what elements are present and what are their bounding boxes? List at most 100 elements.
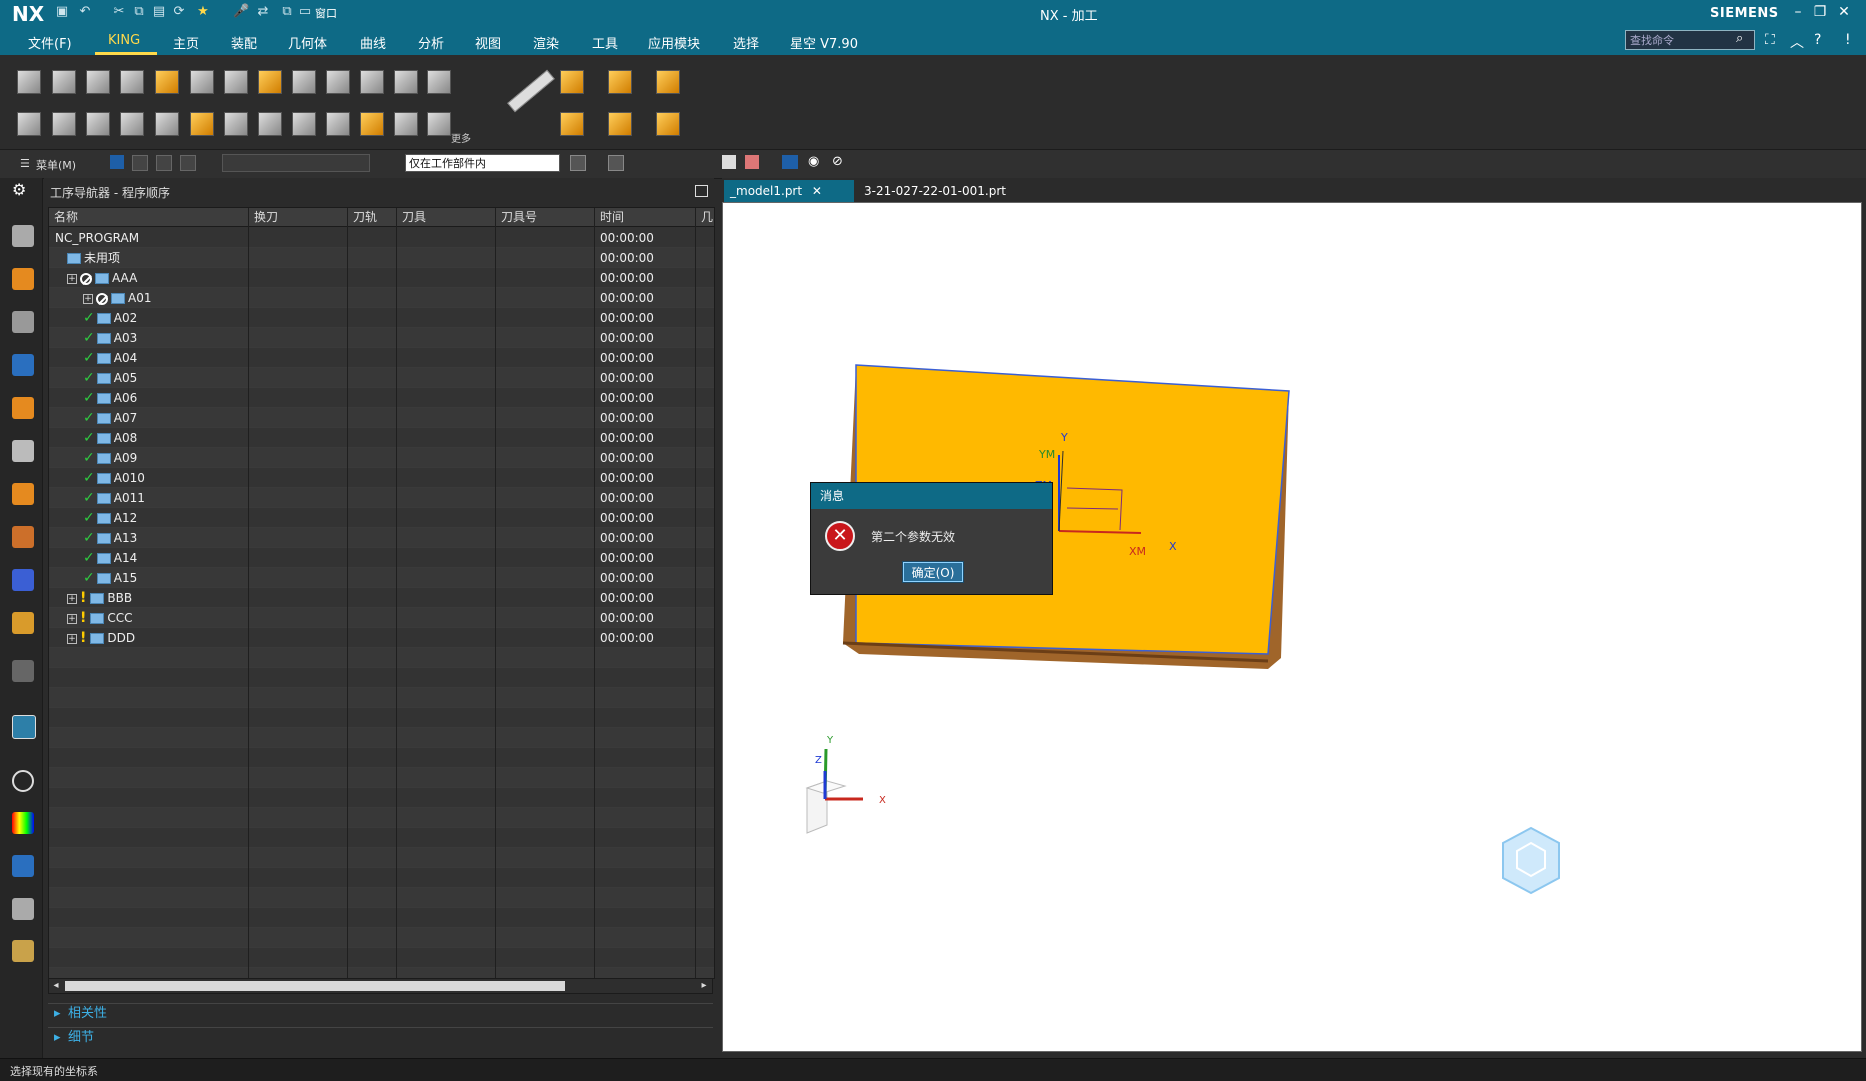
select-list-icon[interactable] xyxy=(180,155,196,171)
expand-toggle-icon[interactable]: + xyxy=(67,593,77,604)
feature-navigator-icon[interactable] xyxy=(12,440,34,462)
table-row[interactable]: + A01 00:00:00 xyxy=(49,288,714,308)
search-icon[interactable]: ⌕ xyxy=(1736,31,1743,46)
touch-mode-icon[interactable]: ⇄ xyxy=(256,5,270,19)
palette-icon[interactable] xyxy=(12,569,34,591)
table-row[interactable]: ✓ A06 00:00:00 xyxy=(49,388,714,408)
window-menu[interactable]: 窗口 xyxy=(315,5,337,21)
scroll-thumb[interactable] xyxy=(65,981,565,991)
select-curve-icon[interactable] xyxy=(132,155,148,171)
mesh-tool-icon[interactable] xyxy=(326,112,350,136)
expand-toggle-icon[interactable]: + xyxy=(67,273,77,284)
collapse-ribbon-icon[interactable]: ︿ xyxy=(1790,32,1804,52)
table-row[interactable]: ✓ A03 00:00:00 xyxy=(49,328,714,348)
menu-tools[interactable]: 工具 xyxy=(592,33,618,52)
cam-icon[interactable] xyxy=(12,855,34,877)
hamburger-icon[interactable]: ☰ xyxy=(20,157,30,170)
mold-tool-icon[interactable] xyxy=(17,70,41,94)
menu-geometry[interactable]: 几何体 xyxy=(288,33,327,52)
solid-tool-icon[interactable] xyxy=(427,70,451,94)
tools-icon[interactable] xyxy=(12,898,34,920)
face-tool-icon[interactable] xyxy=(190,112,214,136)
table-row[interactable]: ✓ A12 00:00:00 xyxy=(49,508,714,528)
web-browser-icon[interactable] xyxy=(12,715,36,739)
table-row[interactable]: ✓ A15 00:00:00 xyxy=(49,568,714,588)
col-name[interactable]: 名称 xyxy=(49,208,249,227)
col-toolpath[interactable]: 刀轨 xyxy=(348,208,397,227)
paste-icon[interactable]: ▤ xyxy=(152,5,166,19)
operation-navigator-icon[interactable] xyxy=(12,354,34,376)
wireframe-view-icon[interactable] xyxy=(745,155,759,169)
table-row[interactable]: 未用项 00:00:00 xyxy=(49,248,714,268)
dependencies-section[interactable]: 相关性 xyxy=(48,1003,713,1024)
balls-tool-icon[interactable] xyxy=(427,112,451,136)
box-tool-icon[interactable] xyxy=(360,70,384,94)
scroll-left-icon[interactable]: ◂ xyxy=(49,979,63,993)
process-icon[interactable] xyxy=(12,526,34,548)
wifi-icon[interactable] xyxy=(12,660,34,682)
menu-file[interactable]: 文件(F) xyxy=(28,33,72,52)
hand-tool-icon[interactable] xyxy=(120,70,144,94)
col-tool-number[interactable]: 刀具号 xyxy=(496,208,595,227)
restore-button[interactable]: ❐ xyxy=(1812,4,1828,20)
details-section[interactable]: 细节 xyxy=(48,1027,713,1048)
scroll-right-icon[interactable]: ▸ xyxy=(697,979,711,993)
template-icon[interactable] xyxy=(12,612,34,634)
col-tool-change[interactable]: 换刀 xyxy=(249,208,348,227)
stack-tool-icon[interactable] xyxy=(292,70,316,94)
close-button[interactable]: ✕ xyxy=(1836,4,1852,20)
cut-icon[interactable]: ✂ xyxy=(112,5,126,19)
snap-icon[interactable] xyxy=(608,155,624,171)
wizard-icon[interactable] xyxy=(12,940,34,962)
copy-icon[interactable]: ⧉ xyxy=(132,5,146,19)
mirror-tool-icon[interactable] xyxy=(656,112,680,136)
reuse-library-icon[interactable] xyxy=(12,311,34,333)
undo-icon[interactable]: ↶ xyxy=(78,5,92,19)
selection-scope-dropdown[interactable]: 仅在工作部件内 xyxy=(405,154,560,172)
graphics-viewport[interactable]: Y YM ZM X XM Y Z X xyxy=(722,202,1862,1052)
menu-assembly[interactable]: 装配 xyxy=(231,33,257,52)
table-row[interactable]: ✓ A02 00:00:00 xyxy=(49,308,714,328)
select-feature-icon[interactable] xyxy=(110,155,124,169)
table-row[interactable]: ✓ A07 00:00:00 xyxy=(49,408,714,428)
expand-toggle-icon[interactable]: + xyxy=(67,633,77,644)
help-icon[interactable]: ? xyxy=(1814,32,1821,48)
offset-tool-icon[interactable] xyxy=(190,70,214,94)
system-materials-icon[interactable] xyxy=(12,812,34,834)
block-tool-icon[interactable] xyxy=(86,70,110,94)
wedge2-tool-icon[interactable] xyxy=(258,112,282,136)
layer-tool-icon[interactable] xyxy=(155,70,179,94)
menu-select[interactable]: 选择 xyxy=(733,33,759,52)
table-row[interactable]: ✓ A14 00:00:00 xyxy=(49,548,714,568)
menu-analysis[interactable]: 分析 xyxy=(418,33,444,52)
table-row[interactable]: NC_PROGRAM 00:00:00 xyxy=(49,228,714,248)
diamond-tool-icon[interactable] xyxy=(292,112,316,136)
select-point-icon[interactable] xyxy=(156,155,172,171)
beam-tool-icon[interactable] xyxy=(224,70,248,94)
menu-view[interactable]: 视图 xyxy=(475,33,501,52)
maximize-panel-icon[interactable] xyxy=(695,185,708,197)
filter-icon[interactable] xyxy=(570,155,586,171)
settings-gear-icon[interactable]: ⚙ xyxy=(12,180,34,202)
tab-close-icon[interactable]: ✕ xyxy=(812,184,822,198)
col-geometry[interactable]: 几 xyxy=(696,208,714,227)
shaded-view-icon[interactable] xyxy=(722,155,736,169)
assembly-navigator-icon[interactable] xyxy=(12,225,34,247)
transform-tool-icon[interactable] xyxy=(608,70,632,94)
merge-tool-icon[interactable] xyxy=(394,112,418,136)
type-filter-dropdown[interactable] xyxy=(222,154,370,172)
cylinder-tool-icon[interactable] xyxy=(326,70,350,94)
menu-applications[interactable]: 应用模块 xyxy=(648,33,700,52)
expand-toggle-icon[interactable]: + xyxy=(67,613,77,624)
col-time[interactable]: 时间 xyxy=(595,208,696,227)
menu-king[interactable]: KING xyxy=(108,33,140,48)
main-menu-button[interactable]: 菜单(M) xyxy=(36,157,76,173)
col-tool[interactable]: 刀具 xyxy=(397,208,496,227)
hide-icon[interactable]: ⊘ xyxy=(832,155,846,169)
expand-toggle-icon[interactable]: + xyxy=(83,293,93,304)
table-row[interactable]: ✓ A011 00:00:00 xyxy=(49,488,714,508)
plane-tool-icon[interactable] xyxy=(17,112,41,136)
window-icon[interactable]: ▭ xyxy=(298,5,312,19)
eye-icon[interactable]: ◉ xyxy=(808,155,822,169)
move-tool-icon[interactable] xyxy=(560,70,584,94)
